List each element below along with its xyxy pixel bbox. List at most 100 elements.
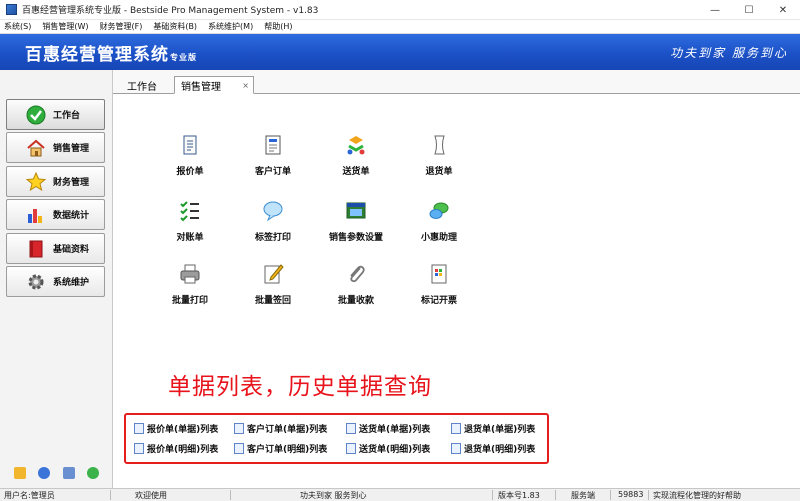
label-print-icon (263, 201, 283, 222)
assistant-icon (429, 202, 449, 219)
func-label: 标签打印 (254, 233, 291, 243)
link-delivery-detail-list[interactable]: 送货单(明细)列表 (346, 442, 430, 455)
status-divider (648, 490, 649, 500)
sidebar-item-label: 基础资料 (53, 245, 90, 255)
sidebar-item-label: 工作台 (53, 111, 81, 121)
reconcile-icon (180, 201, 199, 222)
list-links-box: 报价单(单据)列表 客户订单(单据)列表 送货单(单据)列表 退货单(单据)列表… (124, 413, 549, 464)
close-button[interactable]: ✕ (766, 0, 800, 20)
func-label: 客户订单 (254, 167, 291, 177)
info-icon[interactable] (38, 467, 51, 479)
menu-finance[interactable]: 财务管理(F) (99, 21, 142, 32)
func-label-print[interactable]: 标签打印 (238, 200, 308, 243)
quote-icon (183, 135, 197, 155)
document-icon (234, 443, 244, 454)
delivery-icon (347, 136, 365, 155)
func-return[interactable]: 退货单 (404, 134, 474, 177)
func-label: 批量签回 (254, 296, 291, 306)
func-label: 报价单 (176, 167, 204, 177)
link-quote-detail-list[interactable]: 报价单(明细)列表 (134, 442, 218, 455)
func-customer-order[interactable]: 客户订单 (238, 134, 308, 177)
tab-workbench[interactable]: 工作台 (121, 76, 163, 94)
status-tip: 实现流程化管理的好帮助 (653, 491, 741, 500)
link-quote-doc-list[interactable]: 报价单(单据)列表 (134, 422, 218, 435)
sidebar-item-label: 财务管理 (53, 178, 90, 188)
sign-icon (264, 264, 284, 284)
status-user: 用户名:管理员 (4, 491, 55, 500)
sidebar-item-maintenance[interactable]: 系统维护 (6, 266, 105, 297)
go-icon[interactable] (86, 467, 99, 479)
status-divider (555, 490, 556, 500)
func-quote[interactable]: 报价单 (155, 134, 225, 177)
window-icon[interactable] (62, 467, 75, 479)
link-return-detail-list[interactable]: 退货单(明细)列表 (451, 442, 535, 455)
tab-close-icon[interactable]: × (242, 81, 249, 90)
func-batch-sign[interactable]: 批量签回 (238, 263, 308, 306)
star-icon (26, 171, 46, 192)
func-mark-invoice[interactable]: 标记开票 (404, 263, 474, 306)
func-delivery[interactable]: 送货单 (321, 134, 391, 177)
invoice-icon (431, 264, 447, 284)
sidebar-item-sales[interactable]: 销售管理 (6, 132, 105, 163)
func-assistant[interactable]: 小惠助理 (404, 200, 474, 243)
edition-label: 专业版 (170, 52, 197, 62)
status-divider (610, 490, 611, 500)
menu-maintenance[interactable]: 系统维护(M) (208, 21, 253, 32)
status-divider (230, 490, 231, 500)
house-icon (26, 138, 46, 158)
status-version: 版本号1.83 (498, 491, 540, 500)
sidebar-item-label: 系统维护 (53, 278, 90, 288)
func-batch-collect[interactable]: 批量收款 (321, 263, 391, 306)
sidebar-item-basic-data[interactable]: 基础资料 (6, 233, 105, 264)
sidebar-quick-icons (0, 458, 113, 488)
sidebar-item-label: 销售管理 (53, 144, 90, 154)
maximize-button[interactable]: ☐ (732, 0, 766, 20)
return-icon (434, 135, 445, 155)
func-label: 批量打印 (171, 296, 208, 306)
folder-icon[interactable] (14, 467, 27, 479)
check-circle-icon (26, 105, 46, 125)
status-server-label: 服务端 (571, 491, 595, 500)
menu-bar: 系统(S) 销售管理(W) 财务管理(F) 基础资料(B) 系统维护(M) 帮助… (0, 20, 800, 34)
status-bar: 用户名:管理员 欢迎使用 功夫到家 服务到心 版本号1.83 服务端 59883… (0, 488, 800, 501)
paperclip-icon (350, 265, 365, 283)
func-batch-print[interactable]: 批量打印 (155, 263, 225, 306)
document-icon (134, 423, 144, 434)
gear-icon (26, 272, 46, 292)
annotation-note: 单据列表，历史单据查询 (168, 374, 432, 400)
status-motto: 功夫到家 服务到心 (300, 491, 367, 500)
document-icon (134, 443, 144, 454)
link-return-doc-list[interactable]: 退货单(单据)列表 (451, 422, 535, 435)
tab-sales[interactable]: 销售管理 × (174, 76, 254, 94)
app-icon (6, 4, 17, 15)
minimize-button[interactable]: — (698, 0, 732, 20)
func-label: 小惠助理 (420, 233, 457, 243)
bar-chart-icon (26, 205, 46, 225)
link-delivery-doc-list[interactable]: 送货单(单据)列表 (346, 422, 430, 435)
sidebar-item-workbench[interactable]: 工作台 (6, 99, 105, 130)
func-label: 批量收款 (337, 296, 374, 306)
document-icon (346, 423, 356, 434)
func-reconcile[interactable]: 对账单 (155, 200, 225, 243)
func-label: 退货单 (425, 167, 453, 177)
menu-basic-data[interactable]: 基础资料(B) (153, 21, 197, 32)
menu-help[interactable]: 帮助(H) (264, 21, 292, 32)
app-header: 百惠经营管理系统专业版 功夫到家 服务到心 (0, 34, 800, 70)
status-divider (110, 490, 111, 500)
status-server-port: 59883 (618, 490, 644, 499)
tab-sales-label: 销售管理 (181, 81, 221, 93)
document-icon (451, 443, 461, 454)
link-order-doc-list[interactable]: 客户订单(单据)列表 (234, 422, 327, 435)
sidebar-item-statistics[interactable]: 数据统计 (6, 199, 105, 230)
menu-sales[interactable]: 销售管理(W) (42, 21, 88, 32)
func-label: 销售参数设置 (328, 233, 383, 243)
brand-title: 百惠经营管理系统专业版 (25, 44, 197, 65)
window-controls: — ☐ ✕ (698, 0, 800, 20)
func-label: 标记开票 (420, 296, 457, 306)
func-sales-settings[interactable]: 销售参数设置 (321, 200, 391, 243)
link-order-detail-list[interactable]: 客户订单(明细)列表 (234, 442, 327, 455)
sidebar-item-finance[interactable]: 财务管理 (6, 166, 105, 197)
menu-system[interactable]: 系统(S) (4, 21, 31, 32)
header-slogan: 功夫到家 服务到心 (670, 46, 788, 60)
printer-icon (180, 264, 200, 284)
